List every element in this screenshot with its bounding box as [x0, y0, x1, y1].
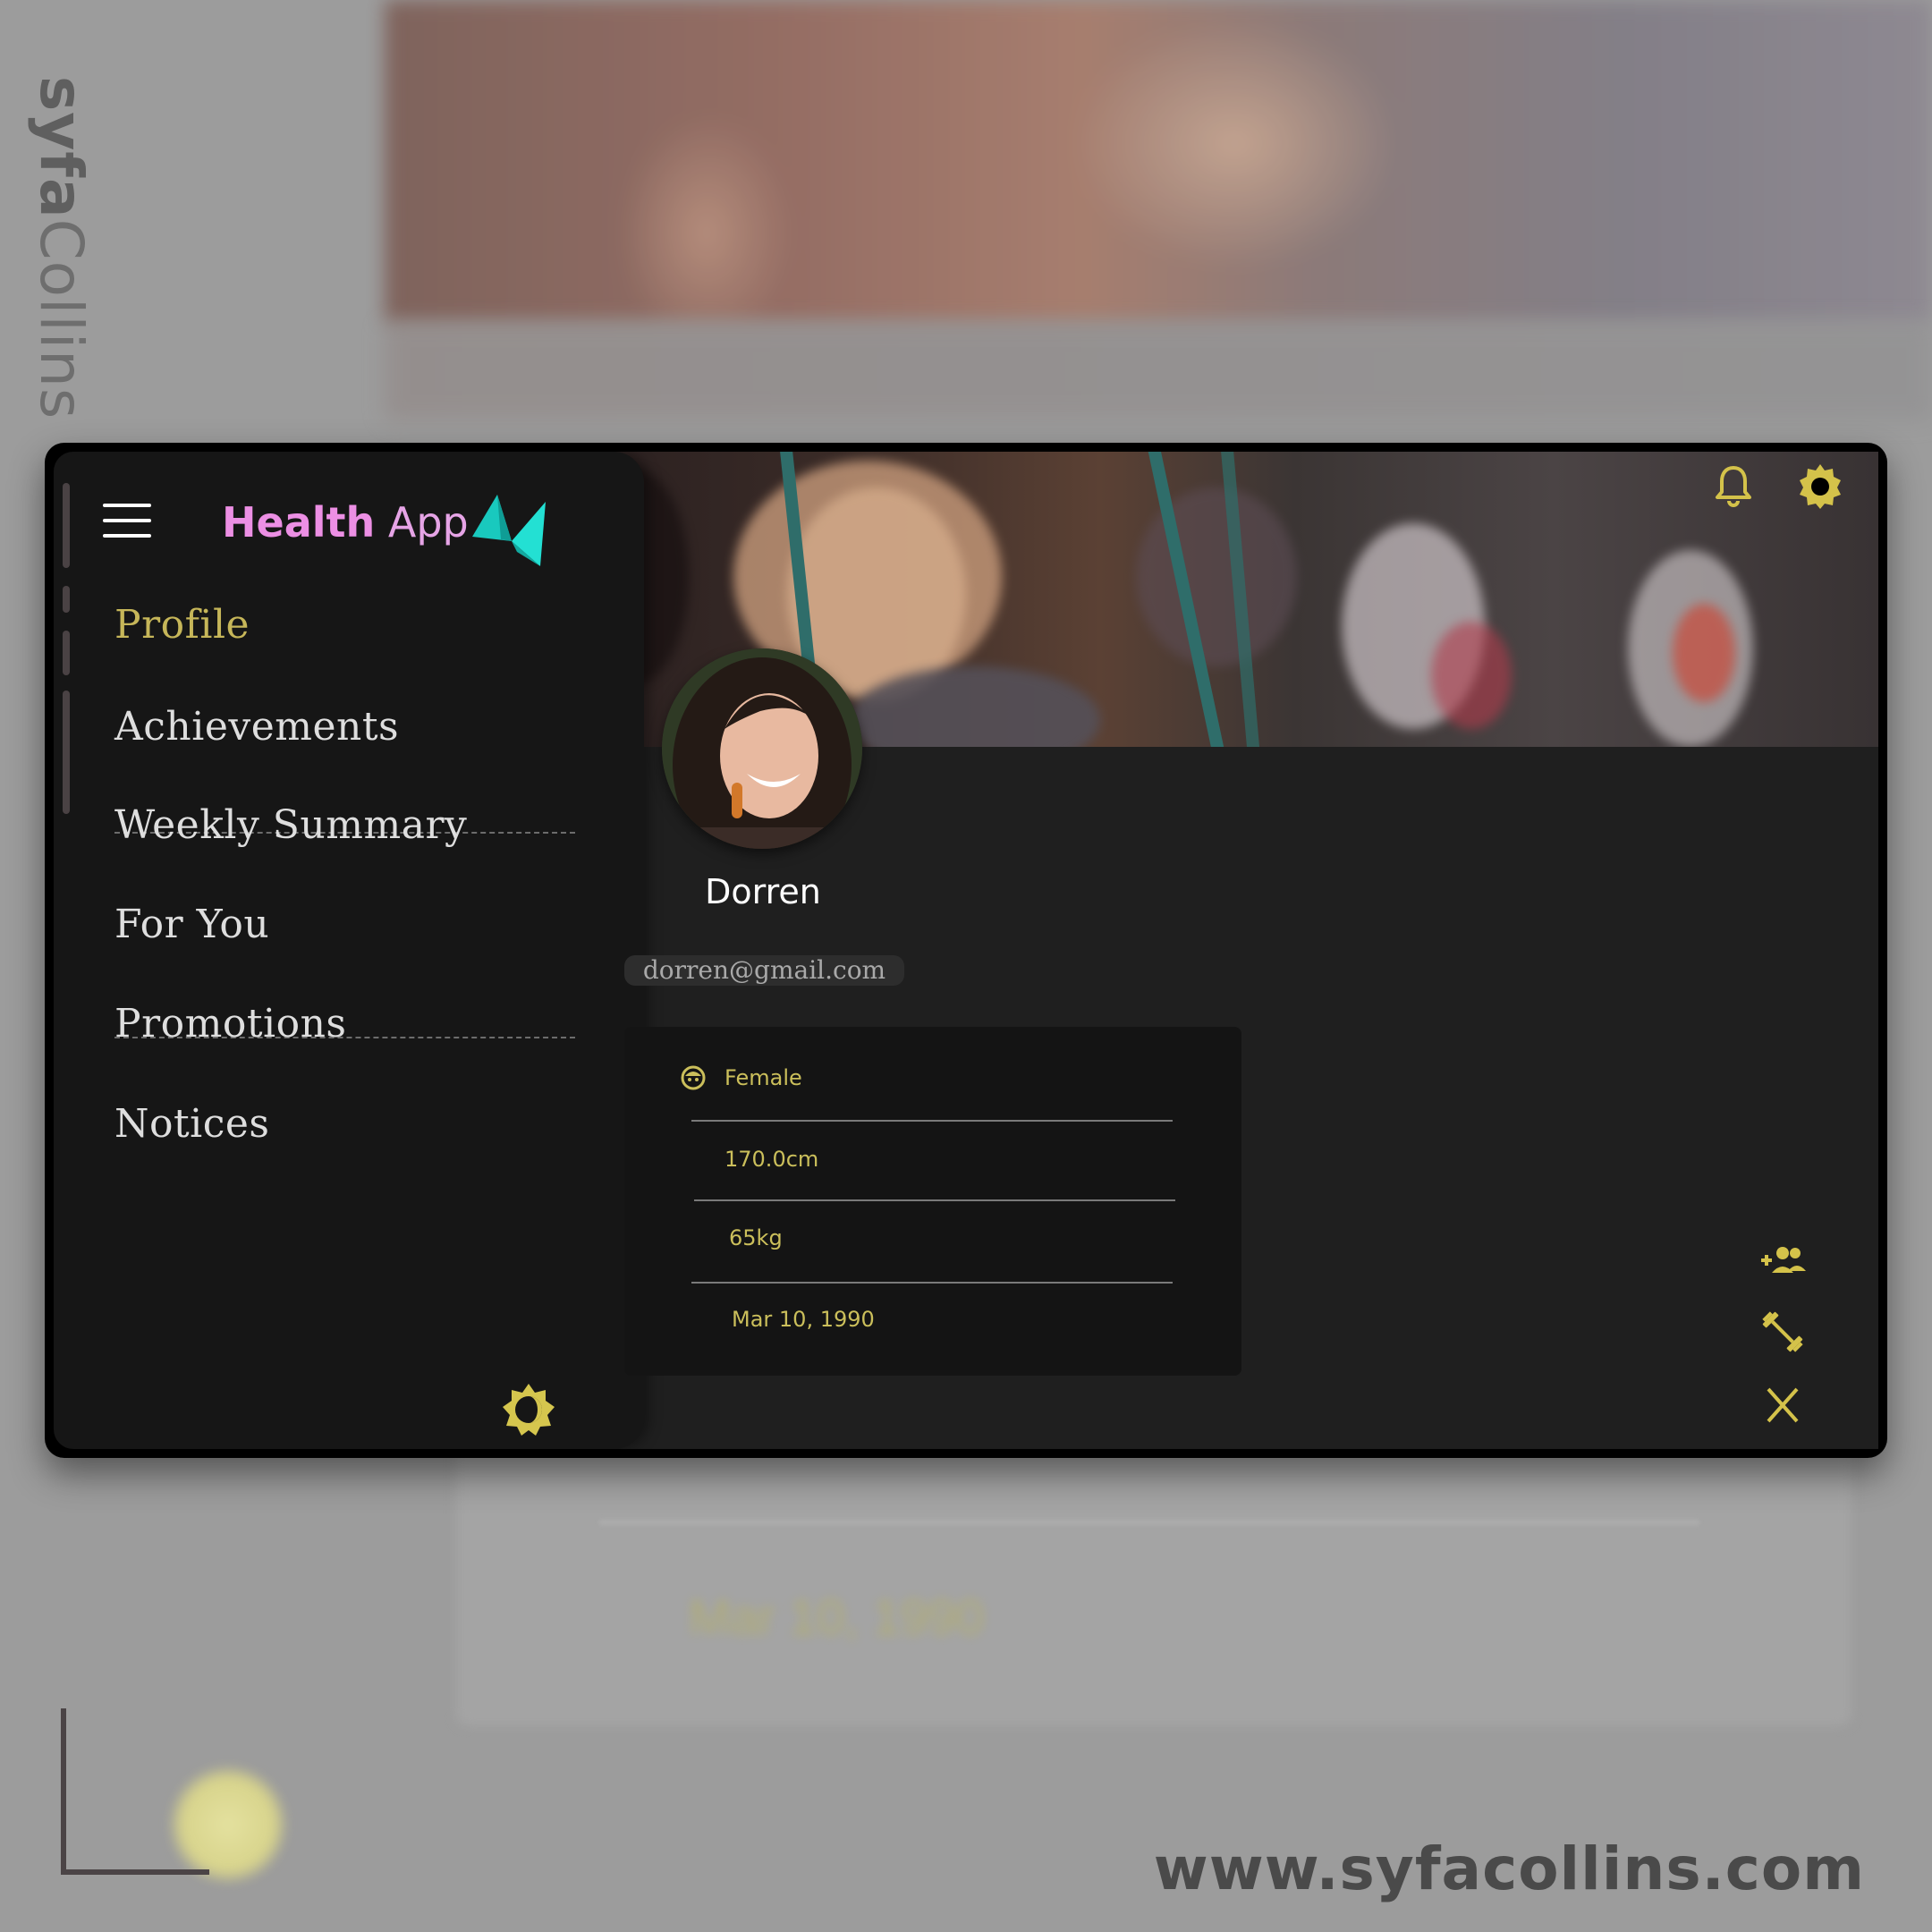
profile-details-card: Female 170.0cm 65kg Mar 10, 1990: [624, 1027, 1241, 1376]
sidebar-item-for-you[interactable]: For You: [114, 902, 269, 947]
app-window: Health App Profile Achievements Weekly S…: [45, 443, 1887, 1458]
backdrop-card: [456, 1431, 1852, 1726]
app-title: Health App: [222, 498, 469, 547]
sidebar: Health App Profile Achievements Weekly S…: [54, 452, 644, 1449]
side-brand-bold: syfa: [27, 76, 96, 219]
avatar[interactable]: [662, 648, 862, 849]
hamburger-menu-icon[interactable]: [103, 504, 153, 539]
corner-bracket: [61, 1708, 209, 1875]
sidebar-scrollbar[interactable]: [63, 483, 72, 868]
gear-icon[interactable]: [1795, 461, 1845, 511]
field-divider: [691, 1282, 1173, 1284]
weight-value: 65kg: [729, 1225, 783, 1250]
birthdate-value: Mar 10, 1990: [732, 1307, 875, 1332]
height-value: 170.0cm: [724, 1147, 819, 1172]
backdrop-photo: [385, 0, 1932, 322]
backdrop-date: Mar 10, 1990: [689, 1589, 984, 1645]
sidebar-item-promotions[interactable]: Promotions: [114, 1001, 347, 1046]
bell-icon[interactable]: [1708, 461, 1758, 511]
face-icon: [681, 1065, 706, 1090]
field-divider: [694, 1199, 1175, 1201]
close-icon[interactable]: [1758, 1384, 1808, 1427]
backdrop-photo-lower: [385, 322, 1932, 420]
dumbbell-icon[interactable]: [1758, 1310, 1808, 1353]
sidebar-item-notices[interactable]: Notices: [114, 1101, 270, 1147]
backdrop-divider: [599, 1521, 1699, 1524]
avatar-portrait: [662, 648, 862, 849]
side-brand-rest: Collins: [27, 218, 96, 420]
origami-bird-logo: [472, 495, 546, 566]
gender-value: Female: [724, 1065, 802, 1090]
field-divider: [691, 1120, 1173, 1122]
sidebar-item-achievements[interactable]: Achievements: [114, 704, 399, 750]
sun-moon-icon[interactable]: [501, 1382, 556, 1437]
user-name: Dorren: [705, 872, 821, 911]
website-url: www.syfacollins.com: [1153, 1835, 1865, 1903]
app-title-rest: App: [375, 498, 469, 547]
app-title-bold: Health: [222, 498, 376, 547]
add-group-icon[interactable]: [1758, 1239, 1808, 1282]
sidebar-item-weekly-summary[interactable]: Weekly Summary: [114, 802, 467, 848]
side-brand: syfaCollins: [27, 76, 96, 419]
sidebar-item-profile[interactable]: Profile: [114, 602, 250, 648]
user-email: dorren@gmail.com: [624, 955, 904, 986]
